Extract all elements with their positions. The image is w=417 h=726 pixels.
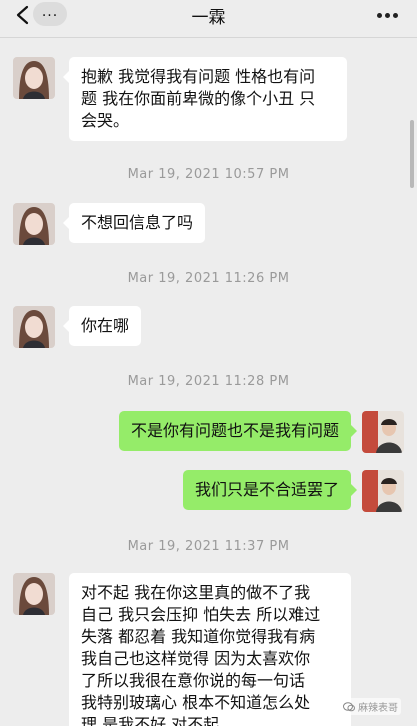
message-bubble[interactable]: 抱歉 我觉得我有问题 性格也有问 题 我在你面前卑微的像个小丑 只 会哭。 <box>63 57 347 141</box>
message-bubble[interactable]: 不想回信息了吗 <box>62 203 206 243</box>
contact-avatar[interactable] <box>13 573 55 615</box>
chat-title: 一霖 <box>191 8 226 28</box>
chat-header: ... 一霖 <box>0 0 417 30</box>
timestamp: Mar 19, 2021 10:57 PM <box>127 167 290 182</box>
header-divider <box>0 37 417 38</box>
message-bubble[interactable]: 你在哪 <box>62 306 142 346</box>
my-avatar[interactable] <box>362 470 404 512</box>
message-bubble[interactable]: 我们只是不合适罢了 <box>182 470 358 510</box>
timestamp: Mar 19, 2021 11:26 PM <box>127 271 290 286</box>
contact-avatar[interactable] <box>13 203 55 245</box>
timestamp: Mar 19, 2021 11:28 PM <box>127 374 290 389</box>
watermark: 麻辣表哥 <box>340 698 401 715</box>
message-bubble[interactable]: 对不起 我在你这里真的做不了我 自己 我只会压抑 怕失去 所以难过 失落 都忍着… <box>69 573 351 726</box>
contact-avatar[interactable] <box>13 306 55 348</box>
more-dots-icon[interactable] <box>377 13 399 19</box>
timestamp: Mar 19, 2021 11:37 PM <box>127 539 290 554</box>
wechat-icon <box>343 701 355 711</box>
my-avatar[interactable] <box>362 411 404 453</box>
contact-avatar[interactable] <box>13 57 55 99</box>
watermark-text: 麻辣表哥 <box>358 703 398 714</box>
message-bubble[interactable]: 不是你有问题也不是我有问题 <box>118 411 358 451</box>
